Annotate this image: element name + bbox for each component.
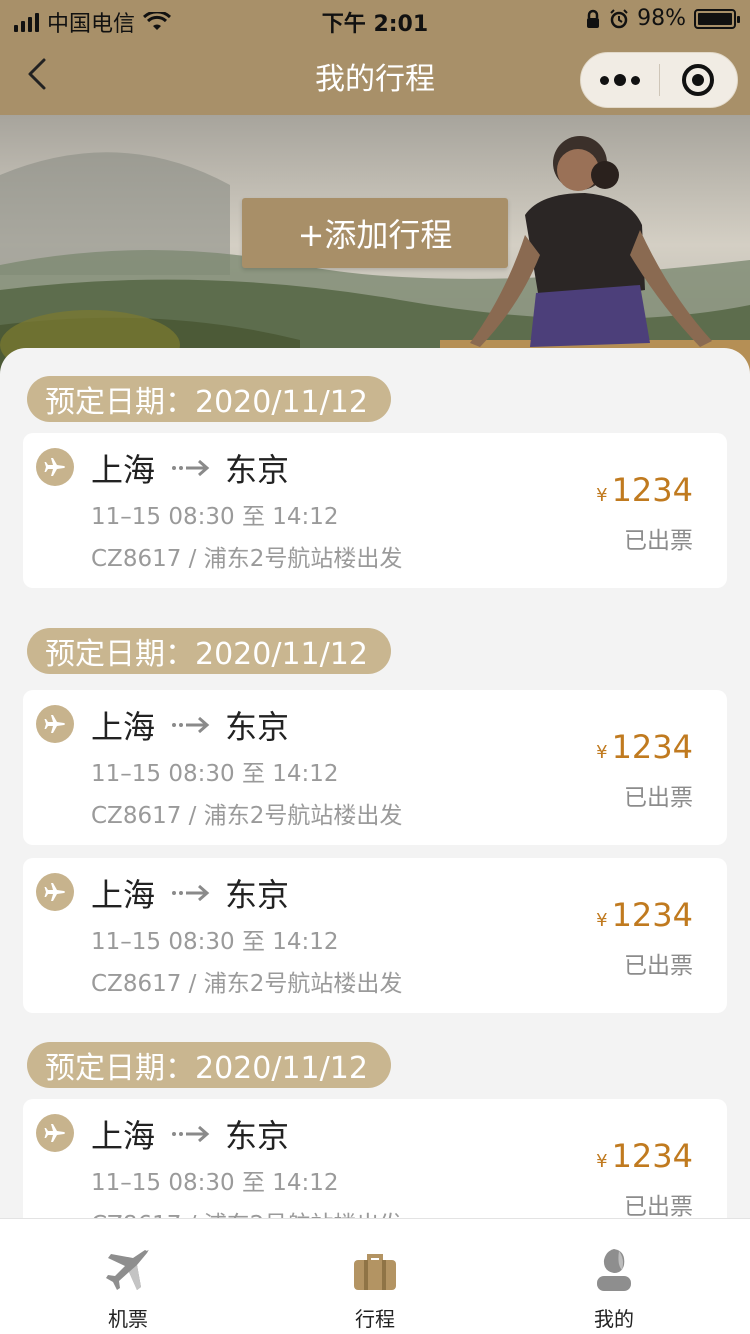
- trip-card[interactable]: 上海 东京 11–15 08:30 至 14:12 CZ8617 / 浦东2号航…: [23, 1099, 727, 1218]
- hero-banner: +添加行程: [0, 115, 750, 375]
- flight-time: 11–15 08:30 至 14:12: [91, 929, 339, 955]
- ticket-price: ¥ 1234: [596, 728, 693, 766]
- destination-city: 东京: [225, 708, 290, 746]
- origin-city: 上海: [91, 1117, 156, 1155]
- flight-info: CZ8617 / 浦东2号航站楼出发: [91, 546, 403, 572]
- trip-route: 上海 东京: [91, 702, 289, 748]
- close-button[interactable]: [660, 52, 738, 108]
- flight-info: CZ8617 / 浦东2号航站楼出发: [91, 803, 403, 829]
- plane-icon: [36, 705, 74, 743]
- ticket-status: 已出票: [624, 528, 693, 554]
- tab-tickets[interactable]: 机票: [48, 1219, 208, 1334]
- plane-icon: [36, 448, 74, 486]
- price-value: 1234: [611, 728, 693, 766]
- trip-card[interactable]: 上海 东京 11–15 08:30 至 14:12 CZ8617 / 浦东2号航…: [23, 858, 727, 1013]
- trip-route: 上海 东京: [91, 870, 289, 916]
- top-bar: 中国电信 下午 2:01 98% 我的行程: [0, 0, 750, 115]
- tab-label: 机票: [108, 1307, 148, 1331]
- booking-date-badge: 预定日期：2020/11/12: [27, 376, 391, 422]
- destination-city: 东京: [225, 451, 290, 489]
- ticket-status: 已出票: [624, 953, 693, 979]
- tab-label: 行程: [355, 1307, 395, 1331]
- tab-bar: 机票 行程 我的: [0, 1218, 750, 1334]
- dotted-arrow-icon: [172, 884, 210, 902]
- plane-icon: [36, 1114, 74, 1152]
- booking-date-badge: 预定日期：2020/11/12: [27, 628, 391, 674]
- flight-time: 11–15 08:30 至 14:12: [91, 761, 339, 787]
- trip-card[interactable]: 上海 东京 11–15 08:30 至 14:12 CZ8617 / 浦东2号航…: [23, 433, 727, 588]
- user-icon: [597, 1249, 631, 1291]
- dotted-arrow-icon: [172, 716, 210, 734]
- origin-city: 上海: [91, 708, 156, 746]
- flight-info: CZ8617 / 浦东2号航站楼出发: [91, 1205, 402, 1218]
- price-value: 1234: [611, 471, 693, 509]
- flight-time: 11–15 08:30 至 14:12: [91, 1170, 339, 1196]
- trip-route: 上海 东京: [91, 445, 289, 491]
- currency-symbol: ¥: [596, 485, 608, 506]
- destination-city: 东京: [225, 1117, 290, 1155]
- destination-city: 东京: [225, 876, 290, 914]
- more-button[interactable]: [581, 52, 659, 108]
- nav-bar: 我的行程: [0, 40, 750, 115]
- ticket-price: ¥ 1234: [596, 471, 693, 509]
- tab-trips[interactable]: 行程: [295, 1219, 455, 1334]
- price-value: 1234: [611, 1137, 693, 1175]
- miniapp-capsule: [580, 52, 738, 108]
- trip-list: 预定日期：2020/11/12 上海 东京 11–15 08:30 至 14:1…: [0, 348, 750, 1218]
- origin-city: 上海: [91, 876, 156, 914]
- tab-label: 我的: [594, 1307, 634, 1331]
- add-trip-button[interactable]: +添加行程: [242, 198, 508, 268]
- trip-route: 上海 东京: [91, 1111, 289, 1157]
- battery-percent: 98%: [637, 6, 686, 31]
- ticket-price: ¥ 1234: [596, 1137, 693, 1175]
- status-right: 98%: [585, 6, 740, 31]
- flight-info: CZ8617 / 浦东2号航站楼出发: [91, 971, 403, 997]
- alarm-icon: [610, 8, 628, 28]
- lock-icon: [587, 9, 600, 28]
- ticket-price: ¥ 1234: [596, 896, 693, 934]
- suitcase-icon: [354, 1254, 396, 1290]
- currency-symbol: ¥: [596, 910, 608, 931]
- trip-card[interactable]: 上海 东京 11–15 08:30 至 14:12 CZ8617 / 浦东2号航…: [23, 690, 727, 845]
- plane-icon: [36, 873, 74, 911]
- dotted-arrow-icon: [172, 459, 210, 477]
- more-dots-icon: [599, 75, 609, 85]
- ticket-status: 已出票: [624, 1194, 693, 1218]
- currency-symbol: ¥: [596, 742, 608, 763]
- status-bar: 中国电信 下午 2:01 98%: [0, 0, 750, 40]
- dotted-arrow-icon: [172, 1125, 210, 1143]
- target-close-icon: [682, 64, 715, 96]
- airplane-icon: [106, 1249, 149, 1290]
- tab-profile[interactable]: 我的: [534, 1219, 694, 1334]
- ticket-status: 已出票: [624, 785, 693, 811]
- flight-time: 11–15 08:30 至 14:12: [91, 504, 339, 530]
- battery-icon: [694, 8, 740, 29]
- currency-symbol: ¥: [596, 1151, 608, 1172]
- booking-date-badge: 预定日期：2020/11/12: [27, 1042, 391, 1088]
- origin-city: 上海: [91, 451, 156, 489]
- price-value: 1234: [611, 896, 693, 934]
